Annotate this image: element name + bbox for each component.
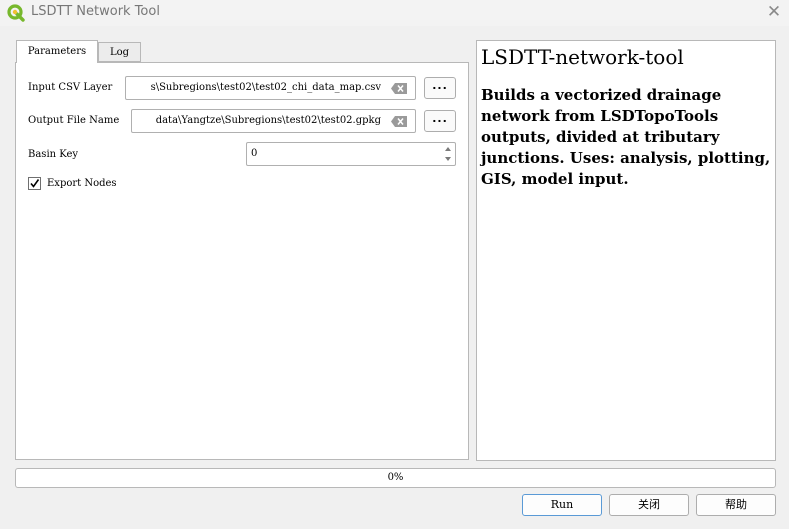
export-nodes-checkbox[interactable] xyxy=(28,177,41,190)
progress-bar: 0% xyxy=(15,468,776,488)
output-browse-button[interactable]: ... xyxy=(424,110,456,132)
help-title: LSDTT-network-tool xyxy=(481,45,684,69)
qgis-logo-icon xyxy=(7,4,25,22)
input-csv-value: s\Subregions\test02\test02_chi_data_map.… xyxy=(150,82,381,93)
checkmark-icon xyxy=(30,179,40,188)
close-icon: ✕ xyxy=(766,2,782,22)
title-bar: LSDTT Network Tool ✕ xyxy=(0,0,789,26)
window-close-button[interactable]: ✕ xyxy=(762,0,786,24)
close-button[interactable]: 关闭 xyxy=(609,494,689,516)
output-file-field[interactable]: data\Yangtze\Subregions\test02\test02.gp… xyxy=(131,109,416,133)
clear-text-icon[interactable] xyxy=(391,83,407,94)
basin-key-value: 0 xyxy=(251,148,258,159)
clear-text-icon[interactable] xyxy=(391,116,407,127)
export-nodes-label: Export Nodes xyxy=(47,178,117,189)
progress-text: 0% xyxy=(387,472,404,483)
spin-arrows-icon[interactable] xyxy=(442,144,454,164)
help-description: Builds a vectorized drainage network fro… xyxy=(481,86,771,188)
tab-parameters[interactable]: Parameters xyxy=(16,40,98,63)
window-title: LSDTT Network Tool xyxy=(31,4,160,19)
input-csv-label: Input CSV Layer xyxy=(28,82,113,93)
help-panel: LSDTT-network-tool Builds a vectorized d… xyxy=(476,40,776,461)
run-button[interactable]: Run xyxy=(522,494,602,516)
help-button[interactable]: 帮助 xyxy=(696,494,776,516)
basin-key-label: Basin Key xyxy=(28,149,79,160)
input-browse-button[interactable]: ... xyxy=(424,77,456,99)
output-file-label: Output File Name xyxy=(28,115,120,126)
basin-key-spinbox[interactable]: 0 xyxy=(246,142,456,166)
input-csv-field[interactable]: s\Subregions\test02\test02_chi_data_map.… xyxy=(125,76,416,100)
tab-log[interactable]: Log xyxy=(98,42,141,62)
output-file-value: data\Yangtze\Subregions\test02\test02.gp… xyxy=(155,115,381,126)
